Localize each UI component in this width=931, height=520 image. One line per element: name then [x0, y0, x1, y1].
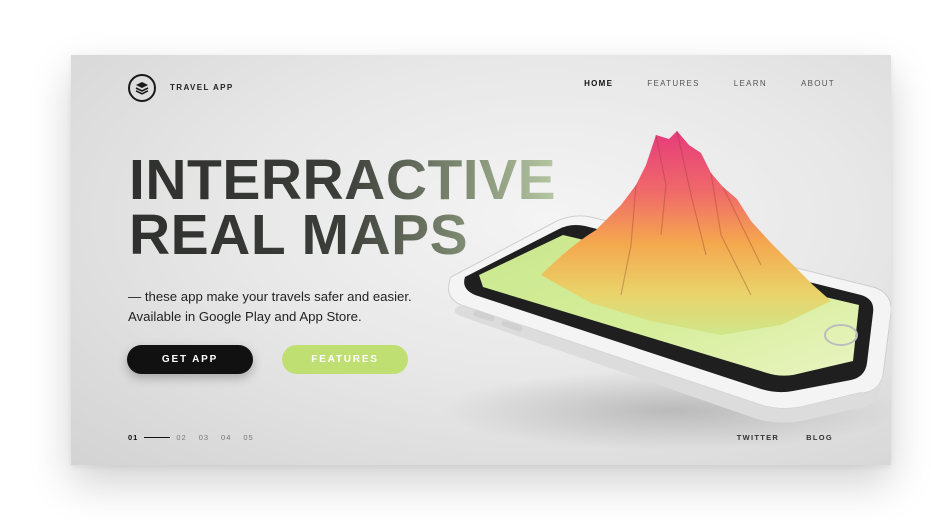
pager-item-active[interactable]: 01 — [128, 433, 138, 442]
hero-subtext: — these app make your travels safer and … — [128, 287, 412, 327]
top-nav: HOME FEATURES LEARN ABOUT — [550, 79, 835, 88]
nav-features[interactable]: FEATURES — [647, 79, 699, 88]
twitter-link[interactable]: TWITTER — [737, 433, 779, 442]
pager-item[interactable]: 02 — [176, 433, 186, 442]
subtext-line-1: — these app make your travels safer and … — [128, 289, 412, 304]
logo[interactable] — [128, 74, 156, 102]
footer-links: TWITTER BLOG — [710, 433, 833, 442]
headline-line-2: REAL MAPS — [129, 207, 556, 264]
pager-item[interactable]: 05 — [243, 433, 253, 442]
blog-link[interactable]: BLOG — [806, 433, 833, 442]
get-app-button[interactable]: GET APP — [127, 345, 253, 374]
subtext-line-2: Available in Google Play and App Store. — [128, 309, 362, 324]
pager-item[interactable]: 04 — [221, 433, 231, 442]
brand-name: TRAVEL APP — [170, 83, 234, 92]
landing-page: TRAVEL APP HOME FEATURES LEARN ABOUT INT… — [71, 55, 891, 465]
nav-learn[interactable]: LEARN — [734, 79, 767, 88]
pager-item[interactable]: 03 — [199, 433, 209, 442]
hero-headline: INTERRACTIVE REAL MAPS — [129, 148, 557, 264]
nav-home[interactable]: HOME — [584, 79, 613, 88]
nav-about[interactable]: ABOUT — [801, 79, 835, 88]
slide-pager: 01 02 03 04 05 — [128, 433, 266, 442]
layers-icon — [135, 82, 149, 95]
features-button[interactable]: FEATURES — [282, 345, 408, 374]
headline-line-1: INTERRACTIVE — [129, 148, 557, 212]
pager-active-line — [144, 436, 171, 439]
